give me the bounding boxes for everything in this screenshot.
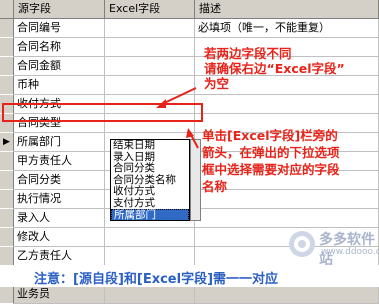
- note-click-arrow: 单击[Excel字段]栏旁的 箭头，在弹出的下拉选项 框中选择需要对应的字段 名…: [202, 127, 340, 195]
- note2-line1: 单击[Excel字段]栏旁的: [202, 128, 338, 143]
- row-selector[interactable]: [0, 285, 14, 304]
- note2-line3: 框中选择需要对应的字段: [202, 162, 340, 177]
- note-fields-differ: 若两边字段不同 请确保右边“Excel字段” 为空: [204, 46, 345, 91]
- note1-line2: 请确保右边“Excel字段”: [204, 61, 345, 76]
- note1-line3: 为空: [204, 76, 230, 91]
- note2-line4: 名称: [202, 179, 228, 194]
- table-row[interactable]: 业务员: [0, 285, 379, 304]
- source-field-cell: 业务员: [14, 285, 105, 304]
- description-cell: [195, 285, 379, 304]
- note2-line2: 箭头，在弹出的下拉选项: [202, 145, 340, 160]
- footer-note: 注意：[源自段]和[Excel字段]需一一对应: [34, 272, 279, 287]
- watermark-icon: [289, 231, 315, 257]
- note1-line1: 若两边字段不同: [204, 46, 292, 61]
- excel-field-cell[interactable]: [105, 285, 195, 304]
- watermark-url: www.ddooo.com: [321, 247, 379, 257]
- watermark-logo: 多多软件站 www.ddooo.com: [285, 225, 379, 268]
